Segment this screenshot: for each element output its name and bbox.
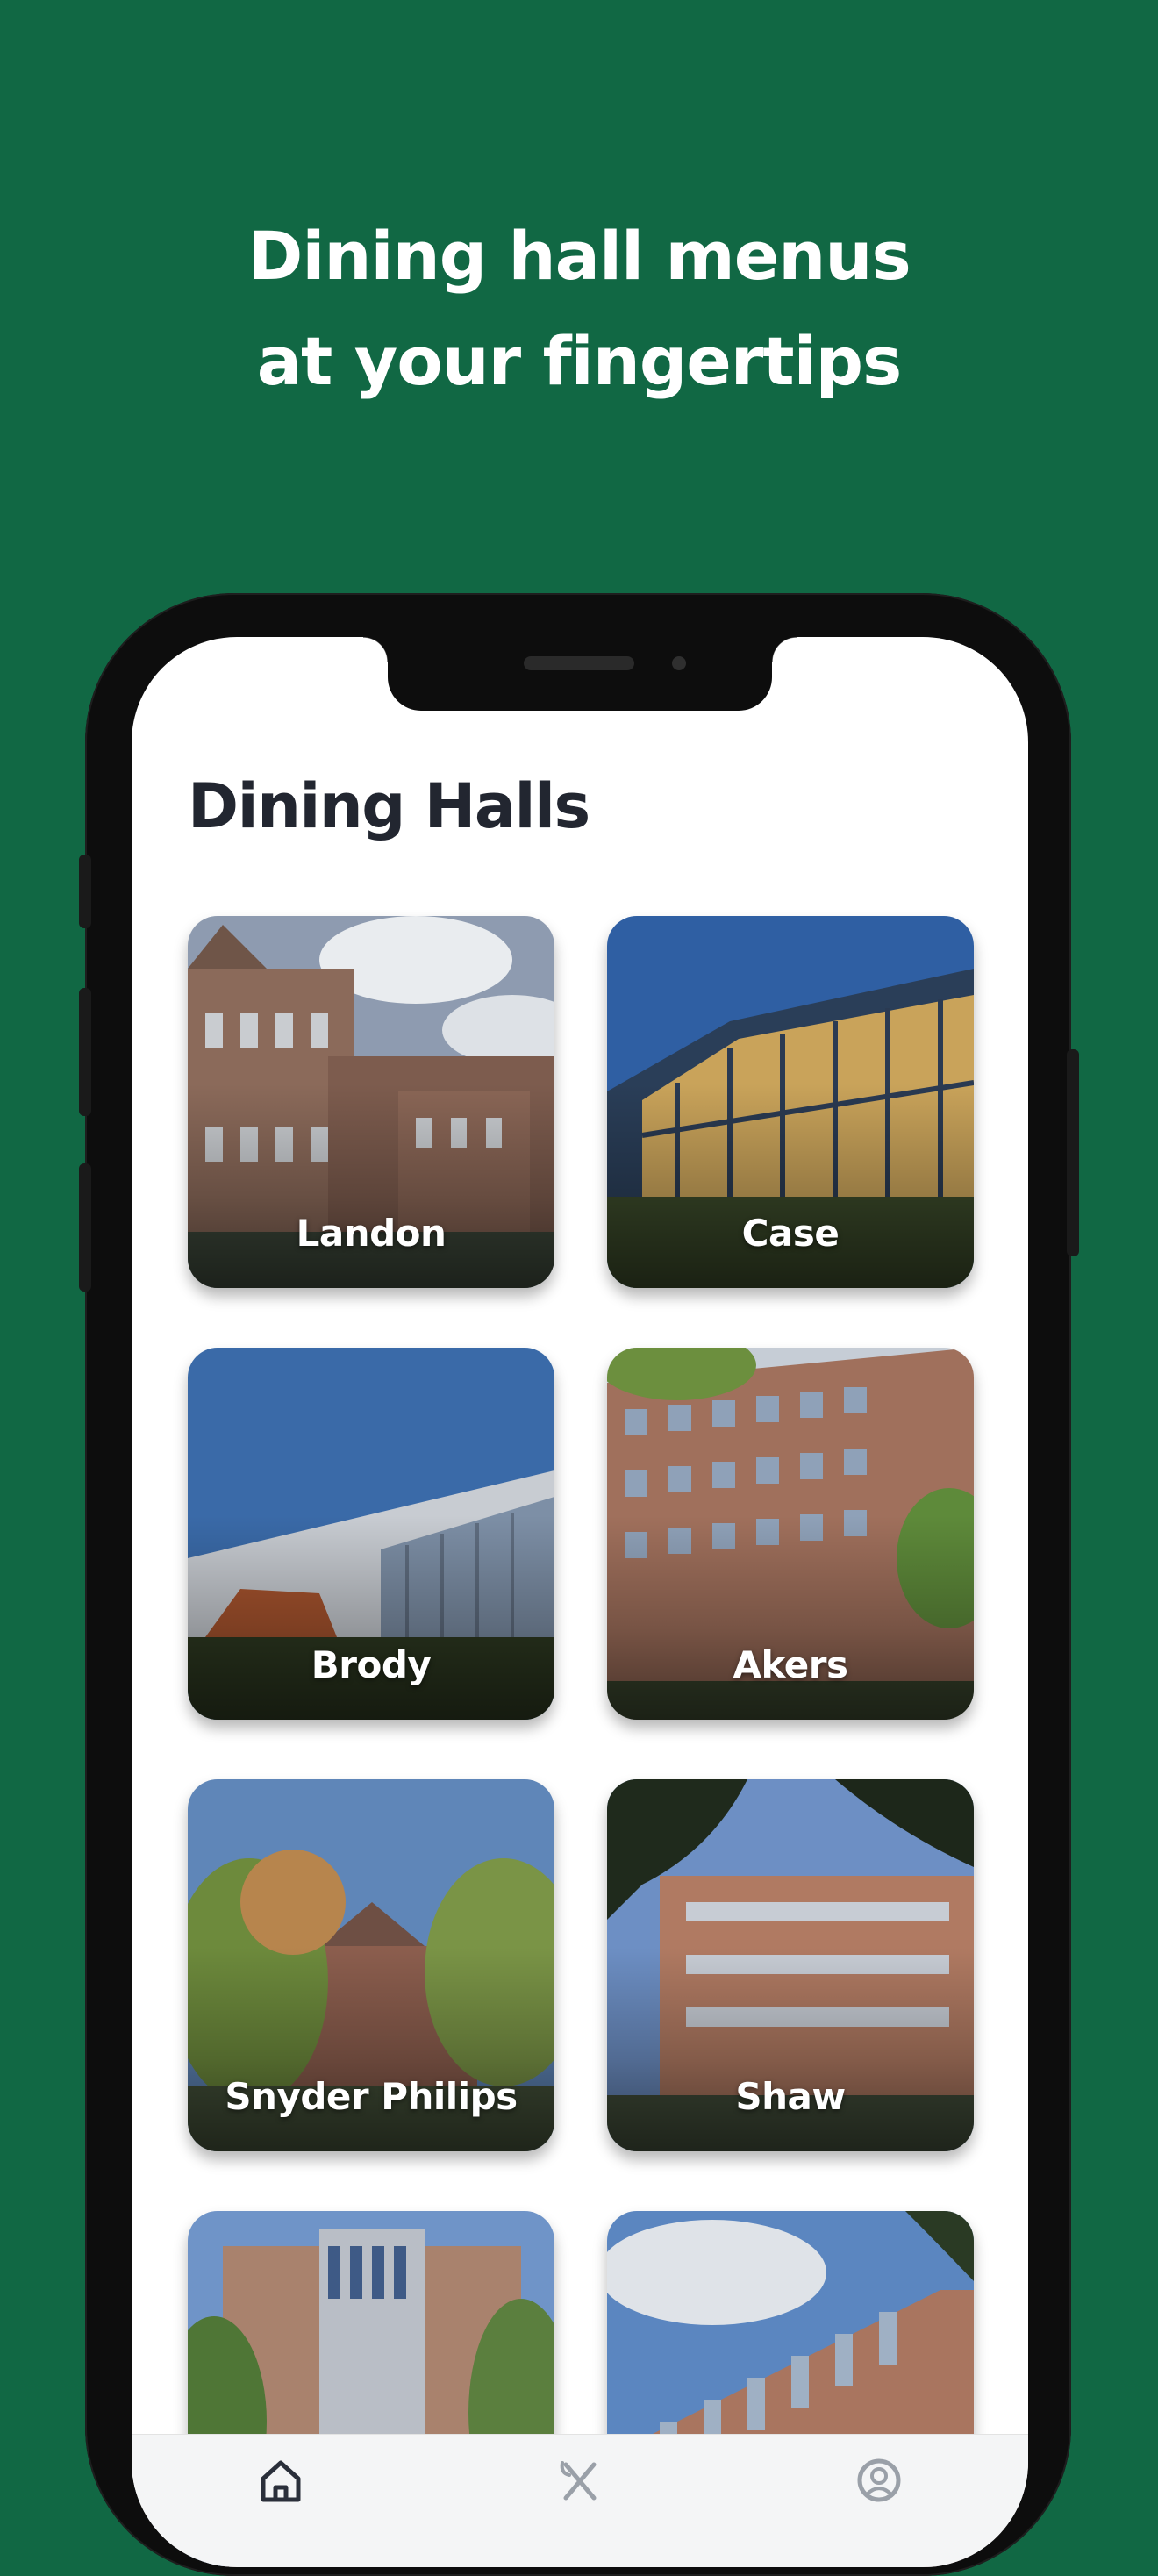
- dining-hall-card-brody[interactable]: Brody: [188, 1348, 554, 1720]
- dining-hall-name: Case: [741, 1212, 840, 1255]
- dining-hall-name: Brody: [311, 1643, 432, 1686]
- dining-hall-name: Akers: [733, 1643, 848, 1686]
- card-shade: [607, 1946, 974, 2151]
- card-shade: [188, 1083, 554, 1288]
- dining-hall-card-akers[interactable]: Akers: [607, 1348, 974, 1720]
- app-screen: Dining Halls Landon Case Brody Akers Sny…: [132, 637, 1028, 2567]
- dining-hall-card-snyder-philips[interactable]: Snyder Philips: [188, 1779, 554, 2151]
- card-shade: [607, 1514, 974, 1720]
- headline-line-1: Dining hall menus: [247, 217, 911, 295]
- card-shade: [188, 1514, 554, 1720]
- bottom-tab-bar: [132, 2434, 1028, 2567]
- phone-power-button: [1067, 1049, 1079, 1256]
- dining-hall-name: Shaw: [735, 2075, 846, 2118]
- fork-knife-icon: [560, 2461, 597, 2501]
- dining-hall-name: Landon: [296, 1212, 447, 1255]
- speaker-grille: [524, 656, 634, 670]
- tab-home[interactable]: [254, 2454, 307, 2507]
- dining-hall-card-shaw[interactable]: Shaw: [607, 1779, 974, 2151]
- tab-profile[interactable]: [853, 2454, 905, 2507]
- phone-side-button: [79, 855, 91, 928]
- headline: Dining hall menus at your fingertips: [0, 204, 1158, 414]
- dining-hall-name: Snyder Philips: [225, 2075, 518, 2118]
- headline-line-2: at your fingertips: [256, 322, 903, 400]
- phone-notch: [363, 637, 797, 711]
- dining-hall-card-landon[interactable]: Landon: [188, 916, 554, 1288]
- phone-volume-up: [79, 988, 91, 1116]
- front-camera: [672, 656, 686, 670]
- card-shade: [607, 1083, 974, 1288]
- tab-menus[interactable]: [554, 2454, 606, 2507]
- home-icon: [261, 2460, 301, 2502]
- profile-icon: [857, 2458, 901, 2502]
- phone-volume-down: [79, 1163, 91, 1292]
- dining-hall-card-case[interactable]: Case: [607, 916, 974, 1288]
- card-shade: [188, 1946, 554, 2151]
- page-title: Dining Halls: [188, 770, 590, 842]
